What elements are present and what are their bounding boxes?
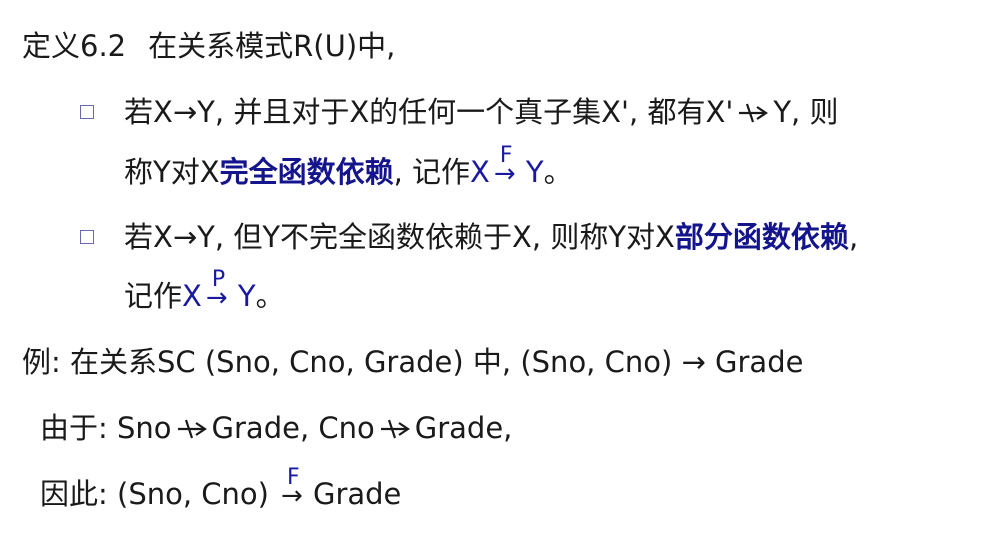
bullet1-end: 。 (543, 155, 573, 189)
bullet1-line1: 若X→Y, 并且对于X的任何一个真子集X', 都有X' Y, 则 (124, 92, 838, 132)
definition-label: 定义6.2 (22, 29, 127, 63)
bullet2-text2: 记作 (124, 279, 183, 313)
bullet2-text: 若X→Y, 但Y不完全函数依赖于X, 则称Y对X (124, 220, 675, 254)
bullet-square-icon (80, 230, 94, 244)
bullet1-text-cont: Y, 则 (773, 95, 839, 129)
f-arrow-icon: F → (490, 143, 526, 192)
grade-attr-3: Grade (312, 477, 402, 511)
bullet1-text: 若X→Y, 并且对于X的任何一个真子集X', 都有X' (124, 95, 734, 129)
example-intro: 例: 在关系SC (Sno, Cno, Grade) 中, (Sno, Cno)… (22, 342, 803, 382)
definition-text: 在关系模式R(U)中, (148, 29, 396, 63)
term-full-dependency: 完全函数依赖 (219, 155, 394, 189)
notation-y: Y (525, 155, 544, 189)
bullet1-text3: , 记作 (393, 155, 471, 189)
p-arrow-icon: P → (202, 267, 238, 316)
therefore-line: 因此: (Sno, Cno) F → Grade (40, 465, 402, 514)
sno-cno-pair: (Sno, Cno) (117, 477, 269, 511)
grade-attr-2: Grade, (414, 411, 513, 445)
notation-x: X (182, 279, 202, 313)
bullet1-text2: 称Y对X (124, 155, 220, 189)
sno-attr: Sno (117, 411, 172, 445)
bullet1-line2: 称Y对X完全函数依赖, 记作X F → Y。 (124, 143, 573, 192)
bullet2-comma: , (848, 220, 859, 254)
bullet2-line1: 若X→Y, 但Y不完全函数依赖于X, 则称Y对X部分函数依赖, (124, 217, 858, 257)
therefore-label: 因此: (40, 477, 117, 511)
not-determines-icon (733, 92, 773, 132)
term-partial-dependency: 部分函数依赖 (674, 220, 849, 254)
definition-line: 定义6.2 在关系模式R(U)中, (22, 26, 395, 66)
notation-y: Y (237, 279, 256, 313)
example-text: 例: 在关系SC (Sno, Cno, Grade) 中, (Sno, Cno)… (22, 345, 804, 379)
grade-attr-1: Grade, (211, 411, 319, 445)
not-determines-icon (375, 408, 415, 448)
f-arrow-icon: F → (277, 465, 313, 514)
cno-attr: Cno (318, 411, 375, 445)
not-determines-icon (172, 408, 212, 448)
because-line: 由于: Sno Grade, Cno Grade, (40, 408, 512, 448)
notation-x: X (470, 155, 490, 189)
because-label: 由于: (40, 411, 117, 445)
bullet2-line2: 记作X P → Y。 (124, 267, 285, 316)
bullet-square-icon (80, 105, 94, 119)
bullet2-end: 。 (255, 279, 285, 313)
